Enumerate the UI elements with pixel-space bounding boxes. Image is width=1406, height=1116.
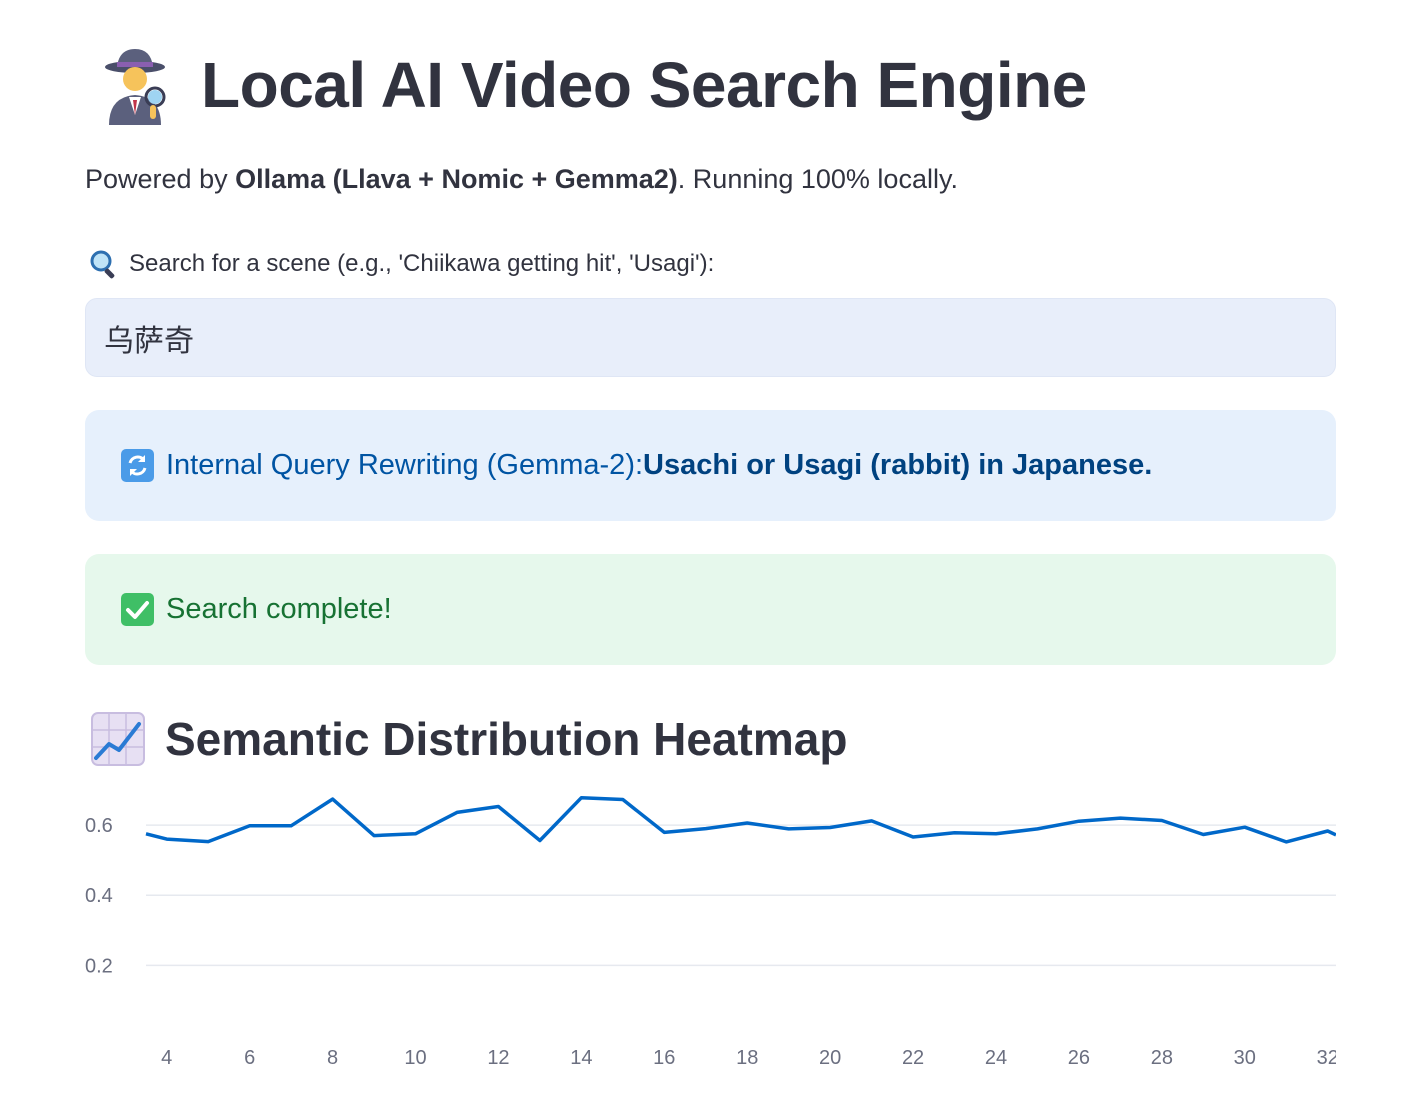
search-label-text: Search for a scene (e.g., 'Chiikawa gett… bbox=[129, 250, 715, 277]
chart-increasing-icon bbox=[91, 712, 145, 766]
refresh-icon bbox=[121, 449, 154, 482]
rewrite-result: Usachi or Usagi (rabbit) in Japanese. bbox=[643, 449, 1153, 481]
section-title: Semantic Distribution Heatmap bbox=[165, 713, 848, 765]
detective-icon bbox=[105, 49, 166, 125]
search-input[interactable] bbox=[85, 298, 1336, 377]
x-tick-label: 28 bbox=[1151, 1047, 1173, 1069]
x-tick-label: 30 bbox=[1234, 1047, 1256, 1069]
check-mark-icon bbox=[121, 593, 154, 626]
semantic-line-chart: 0.2 0.4 0.6 4 6 8 10 12 14 16 18 20 22 24 26 28 30 32 bbox=[85, 790, 1339, 1090]
x-tick-label: 12 bbox=[487, 1047, 509, 1069]
y-tick-label: 0.2 bbox=[85, 955, 113, 977]
chart-series bbox=[145, 795, 1337, 844]
subtitle: Powered by Ollama (Llava + Nomic + Gemma… bbox=[85, 164, 958, 195]
subtitle-prefix: Powered by bbox=[85, 164, 236, 194]
y-axis-ticks: 0.2 0.4 0.6 bbox=[85, 815, 113, 977]
x-tick-label: 24 bbox=[985, 1047, 1007, 1069]
magnifier-icon bbox=[90, 250, 115, 279]
x-tick-label: 18 bbox=[736, 1047, 758, 1069]
x-tick-label: 4 bbox=[161, 1047, 172, 1069]
title-row: Local AI Video Search Engine bbox=[95, 40, 1087, 130]
x-tick-label: 10 bbox=[404, 1047, 426, 1069]
x-tick-label: 22 bbox=[902, 1047, 924, 1069]
search-label: Search for a scene (e.g., 'Chiikawa gett… bbox=[89, 249, 714, 279]
y-tick-label: 0.6 bbox=[85, 815, 113, 837]
page-title: Local AI Video Search Engine bbox=[201, 49, 1087, 121]
search-complete-alert: Search complete! bbox=[85, 554, 1336, 665]
x-tick-label: 6 bbox=[244, 1047, 255, 1069]
x-tick-label: 32 bbox=[1317, 1047, 1336, 1069]
section-heading: Semantic Distribution Heatmap bbox=[91, 712, 847, 766]
chart-svg: 0.2 0.4 0.6 4 6 8 10 12 14 16 18 20 22 24 26 28 30 32 bbox=[85, 795, 1339, 1069]
chart-grid bbox=[146, 824, 1336, 967]
x-tick-label: 14 bbox=[570, 1047, 592, 1069]
y-tick-label: 0.4 bbox=[85, 885, 113, 907]
x-axis-ticks: 4 6 8 10 12 14 16 18 20 22 24 26 28 30 32 bbox=[161, 1047, 1339, 1069]
x-tick-label: 16 bbox=[653, 1047, 675, 1069]
query-rewrite-alert: Internal Query Rewriting (Gemma-2): Usac… bbox=[85, 410, 1336, 521]
search-complete-text: Search complete! bbox=[166, 593, 392, 625]
subtitle-suffix: . Running 100% locally. bbox=[677, 164, 958, 194]
x-tick-label: 8 bbox=[327, 1047, 338, 1069]
series-line[interactable] bbox=[145, 795, 1337, 844]
subtitle-models: Ollama (Llava + Nomic + Gemma2) bbox=[235, 164, 678, 194]
x-tick-label: 20 bbox=[819, 1047, 841, 1069]
rewrite-label: Internal Query Rewriting (Gemma-2): bbox=[166, 449, 644, 481]
x-tick-label: 26 bbox=[1068, 1047, 1090, 1069]
